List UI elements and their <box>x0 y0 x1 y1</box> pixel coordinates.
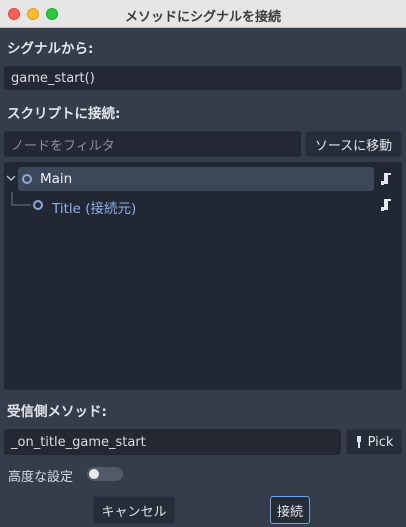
pick-icon <box>356 436 361 448</box>
pick-button[interactable]: Pick <box>346 429 402 455</box>
node-filter-input[interactable]: ノードをフィルタ <box>4 131 301 157</box>
connect-button[interactable]: 接続 <box>270 496 310 524</box>
node-filter-placeholder: ノードをフィルタ <box>11 138 115 154</box>
window-titlebar: メソッドにシグナルを接続 <box>0 0 406 28</box>
receiver-method-label: 受信側メソッド: <box>7 404 107 420</box>
go-to-source-button[interactable]: ソースに移動 <box>305 131 402 157</box>
tree-node-main-label: Main <box>40 171 73 187</box>
connect-label: 接続 <box>276 504 303 520</box>
cancel-button[interactable]: キャンセル <box>93 496 175 524</box>
cancel-label: キャンセル <box>101 504 167 520</box>
toggle-knob <box>89 469 99 479</box>
pick-label: Pick <box>367 434 394 450</box>
go-to-source-label: ソースに移動 <box>314 138 393 154</box>
signal-label: シグナルから: <box>7 41 94 57</box>
signal-field: game_start() <box>4 66 402 90</box>
signal-value: game_start() <box>11 70 95 86</box>
tree-node-title-label[interactable]: Title (接続元) <box>52 197 136 217</box>
receiver-method-value: _on_title_game_start <box>11 434 146 450</box>
node-icon <box>33 200 43 210</box>
script-icon[interactable] <box>380 198 392 212</box>
advanced-settings-toggle[interactable] <box>87 467 123 481</box>
script-icon[interactable] <box>380 172 392 186</box>
node-icon <box>22 174 32 184</box>
tree-connector-line <box>11 192 31 206</box>
script-label: スクリプトに接続: <box>7 106 121 122</box>
advanced-settings-label: 高度な設定 <box>8 470 74 485</box>
window-title: メソッドにシグナルを接続 <box>124 10 281 25</box>
chevron-down-icon[interactable] <box>6 174 16 182</box>
receiver-method-input[interactable]: _on_title_game_start <box>4 429 341 455</box>
